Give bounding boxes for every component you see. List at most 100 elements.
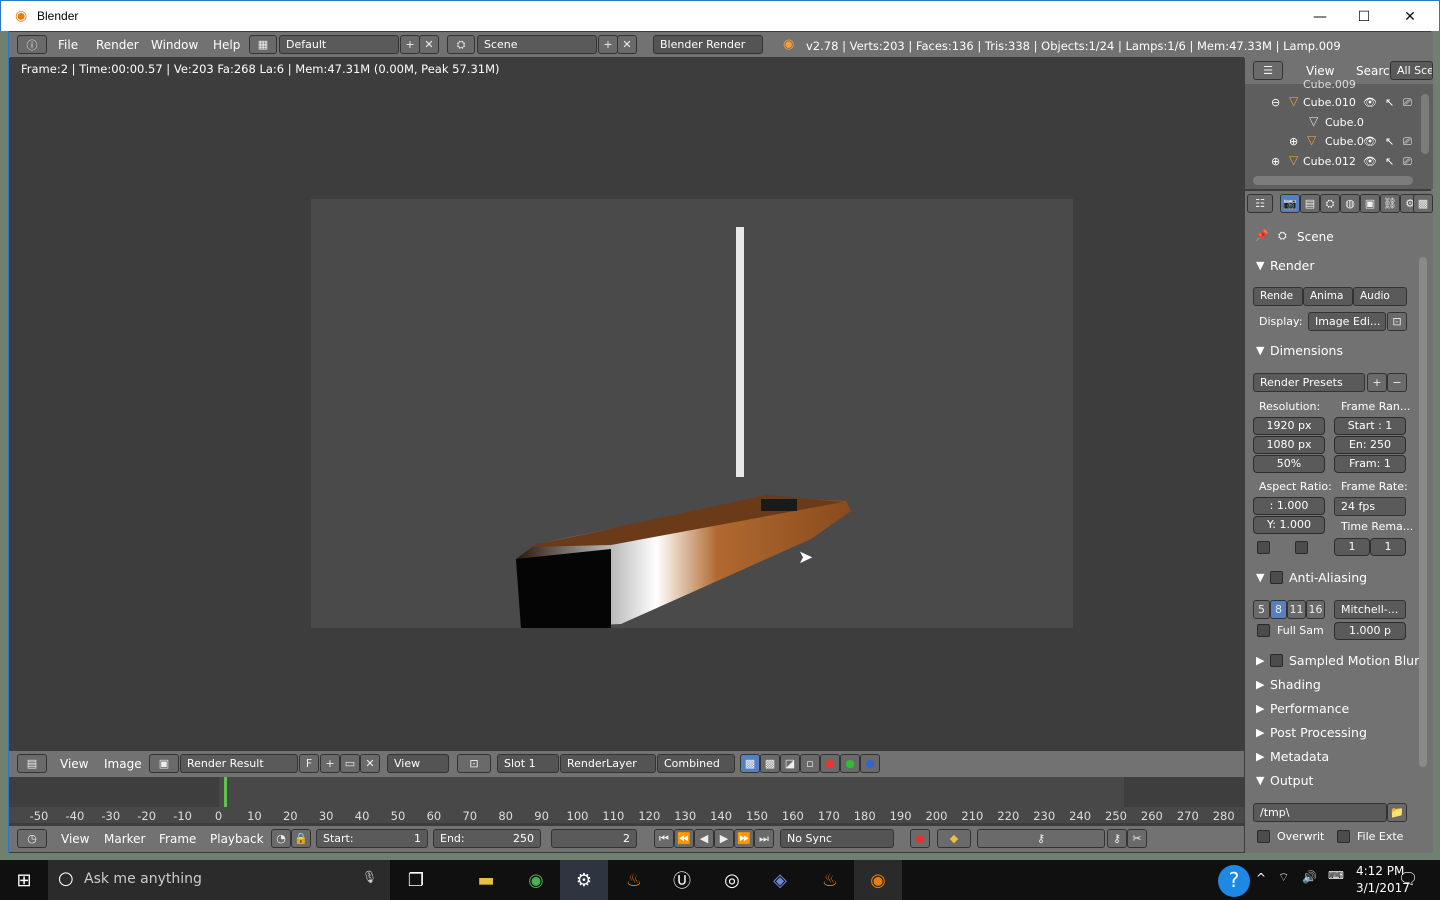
discord-icon[interactable]: ◈ — [756, 860, 804, 900]
render-still-button[interactable]: Rende — [1253, 287, 1303, 306]
aa-filter-select[interactable]: Mitchell-... — [1334, 600, 1406, 619]
lock-interface-icon[interactable]: ⊡ — [1387, 312, 1407, 331]
outliner-filter-select[interactable]: All Sce — [1390, 61, 1433, 80]
display-select[interactable]: Image Edi... — [1308, 312, 1386, 331]
timeline-area[interactable]: -50 -40 -30 -20 -10 0 10 20 30 40 50 60 70 80 90 100 110… — [9, 777, 1244, 823]
unreal-engine-icon[interactable]: Ⓤ — [658, 860, 706, 900]
aspect-x-field[interactable]: : 1.000 — [1253, 497, 1325, 515]
add-scene-icon[interactable]: + — [598, 35, 618, 54]
outliner-menu-view[interactable]: View — [1306, 64, 1334, 78]
jump-start-icon[interactable]: ⏮ — [654, 829, 674, 848]
render-layer-select[interactable]: RenderLayer — [560, 754, 656, 773]
scene-icon[interactable]: ⛭ — [447, 35, 475, 54]
editor-type-image-icon[interactable]: ▤ — [17, 754, 47, 773]
frame-start-field[interactable]: Start : 1 — [1334, 417, 1406, 435]
obs-icon[interactable]: ◎ — [708, 860, 756, 900]
menu-window[interactable]: Window — [151, 38, 198, 52]
frame-rate-select[interactable]: 24 fps — [1334, 497, 1406, 516]
add-preset-icon[interactable]: + — [1367, 373, 1387, 392]
crop-checkbox[interactable] — [1295, 541, 1308, 554]
remove-preset-icon[interactable]: − — [1387, 373, 1407, 392]
expand-icon[interactable]: ⊕ — [1271, 155, 1280, 168]
shading-panel-toggle-icon[interactable]: ▶ — [1256, 678, 1264, 691]
aa-samples-8-button[interactable]: 8 — [1270, 600, 1287, 619]
time-remap-new-field[interactable]: 1 — [1370, 538, 1406, 556]
eye-icon[interactable]: 👁 — [1363, 96, 1377, 109]
outliner-item[interactable]: Cube.009 — [1303, 78, 1356, 91]
action-center-icon[interactable]: 🗨 — [1398, 869, 1418, 888]
select-arrow-icon[interactable]: ↖ — [1385, 96, 1394, 109]
image-editor-viewport[interactable]: Frame:2 | Time:00:00.57 | Ve:203 Fa:268 … — [10, 57, 1244, 751]
jump-end-icon[interactable]: ⏭ — [754, 829, 774, 848]
render-camera-icon[interactable]: ⎚ — [1403, 96, 1412, 110]
menu-view[interactable]: View — [60, 757, 88, 771]
play-reverse-icon[interactable]: ◀ — [694, 829, 714, 848]
steam-icon[interactable]: ⚙ — [560, 860, 608, 900]
render-panel-title[interactable]: Render — [1270, 258, 1315, 273]
help-icon[interactable]: ? — [1218, 865, 1250, 897]
layout-select[interactable]: Default — [279, 35, 399, 54]
blue-channel-icon[interactable]: ● — [860, 754, 880, 773]
outliner-item[interactable]: Cube.012 — [1303, 155, 1356, 168]
motion-blur-checkbox[interactable] — [1270, 654, 1283, 667]
sync-mode-select[interactable]: No Sync — [780, 829, 894, 848]
performance-panel-toggle-icon[interactable]: ▶ — [1256, 702, 1264, 715]
output-path-field[interactable]: /tmp\ — [1253, 803, 1387, 822]
fake-user-button[interactable]: F — [299, 754, 319, 773]
pivot-icon[interactable]: ⊡ — [457, 754, 491, 773]
draw-rgb-icon[interactable]: ▩ — [760, 754, 780, 773]
chrome-icon[interactable]: ◉ — [512, 860, 560, 900]
render-camera-icon[interactable]: ⎚ — [1403, 135, 1412, 149]
frame-end-field[interactable]: En: 250 — [1334, 436, 1406, 454]
screen-layout-icon[interactable]: ▦ — [249, 35, 277, 54]
expand-icon[interactable]: ⊕ — [1289, 135, 1298, 148]
anti-aliasing-checkbox[interactable] — [1270, 571, 1283, 584]
expand-icon[interactable]: ⊖ — [1271, 96, 1280, 109]
metadata-panel-title[interactable]: Metadata — [1270, 749, 1329, 764]
play-icon[interactable]: ▶ — [714, 829, 734, 848]
output-panel-toggle-icon[interactable]: ▼ — [1256, 774, 1264, 787]
aa-samples-16-button[interactable]: 16 — [1306, 600, 1325, 619]
output-panel-title[interactable]: Output — [1270, 773, 1313, 788]
show-hidden-icons-icon[interactable]: ^ — [1256, 871, 1266, 885]
jump-keyframe-back-icon[interactable]: ⏪ — [674, 829, 694, 848]
end-frame-field[interactable]: End: 250 — [433, 829, 541, 848]
object-tab-icon[interactable]: ▣ — [1360, 194, 1380, 213]
add-layout-icon[interactable]: + — [400, 35, 420, 54]
render-presets-select[interactable]: Render Presets — [1253, 373, 1365, 392]
jump-keyframe-forward-icon[interactable]: ⏩ — [734, 829, 754, 848]
scene-tab-icon[interactable]: ⛭ — [1320, 194, 1340, 213]
render-camera-icon[interactable]: ⎚ — [1403, 155, 1412, 169]
render-audio-button[interactable]: Audio — [1353, 287, 1407, 306]
anti-aliasing-panel-toggle-icon[interactable]: ▼ — [1256, 571, 1264, 584]
world-tab-icon[interactable]: ◍ — [1340, 194, 1360, 213]
outliner-vscrollbar[interactable] — [1421, 94, 1429, 154]
editor-type-timeline-icon[interactable]: ◷ — [17, 829, 47, 848]
volume-icon[interactable]: 🔊 — [1302, 870, 1317, 884]
cortana-search-box[interactable]: ○ Ask me anything 🎙 — [48, 860, 390, 900]
frame-step-field[interactable]: Fram: 1 — [1334, 455, 1406, 473]
fire-app-icon[interactable]: ♨ — [610, 860, 658, 900]
timeline-menu-playback[interactable]: Playback — [210, 832, 264, 846]
scene-select[interactable]: Scene — [477, 35, 597, 54]
editor-type-properties-icon[interactable]: ☷ — [1247, 194, 1273, 213]
browse-folder-icon[interactable]: 📁 — [1387, 803, 1407, 822]
file-extensions-checkbox[interactable] — [1337, 830, 1350, 843]
post-processing-panel-toggle-icon[interactable]: ▶ — [1256, 726, 1264, 739]
motion-blur-panel-title[interactable]: Sampled Motion Blur — [1289, 653, 1419, 668]
view-mode-select[interactable]: View — [387, 754, 449, 773]
overwrite-checkbox[interactable] — [1257, 830, 1270, 843]
record-keyframe-icon[interactable]: ● — [910, 829, 930, 848]
aa-samples-11-button[interactable]: 11 — [1287, 600, 1306, 619]
open-image-icon[interactable]: ▭ — [340, 754, 360, 773]
keying-set-icon[interactable]: ◆ — [937, 829, 971, 848]
render-tab-icon[interactable]: 📷 — [1280, 194, 1300, 213]
eye-icon[interactable]: 👁 — [1363, 135, 1377, 148]
use-preview-range-icon[interactable]: ◔ — [271, 829, 291, 848]
task-view-icon[interactable]: ❐ — [392, 860, 440, 900]
remove-scene-icon[interactable]: ✕ — [617, 35, 637, 54]
aspect-y-field[interactable]: Y: 1.000 — [1253, 516, 1325, 534]
close-button[interactable]: ✕ — [1387, 1, 1433, 32]
language-icon[interactable]: ⌨ — [1328, 869, 1344, 882]
aa-filter-size-field[interactable]: 1.000 p — [1334, 622, 1406, 640]
